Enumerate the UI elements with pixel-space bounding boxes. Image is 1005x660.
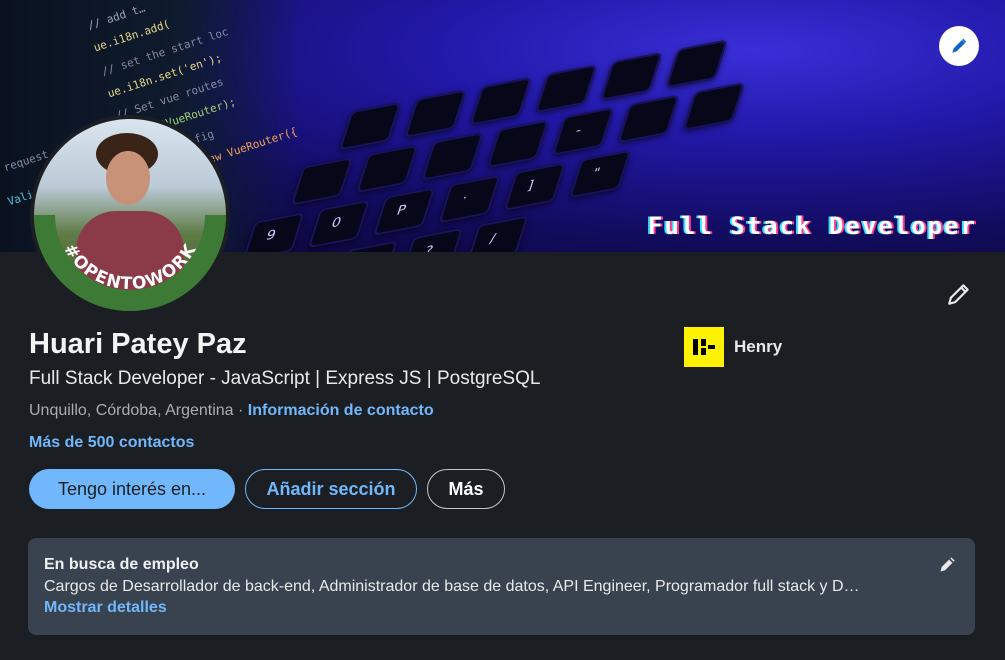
keyboard-key: 9: [242, 212, 305, 252]
profile-name: Huari Patey Paz: [29, 328, 247, 360]
keyboard-key: ": [568, 149, 632, 199]
key-label: /: [487, 231, 498, 248]
show-details-link[interactable]: Mostrar detalles: [44, 599, 167, 617]
open-to-button[interactable]: Tengo interés en...: [29, 469, 235, 509]
keyboard-key: [617, 94, 680, 144]
keyboard-key: [290, 157, 354, 206]
keyboard-key: [486, 119, 550, 169]
edit-banner-button[interactable]: [939, 26, 979, 66]
keyboard-key: -: [551, 107, 615, 156]
keyboard-key: 0: [307, 199, 371, 249]
keyboard-key: ]: [503, 162, 567, 211]
open-to-work-card: En busca de empleo Cargos de Desarrollad…: [28, 538, 975, 635]
company-logo: [684, 327, 724, 367]
more-button[interactable]: Más: [427, 469, 505, 509]
key-label: 0: [329, 214, 344, 232]
banner-title: Full Stack Developer: [648, 212, 977, 240]
keyboard-key: [404, 89, 467, 139]
keyboard-key: [534, 64, 598, 114]
edit-intro-button[interactable]: [944, 279, 974, 309]
edit-open-to-work-button[interactable]: [936, 552, 960, 576]
pencil-icon: [952, 38, 967, 53]
keyboard-key: [355, 144, 419, 194]
add-section-button[interactable]: Añadir sección: [245, 469, 417, 509]
current-company[interactable]: Henry: [684, 327, 782, 367]
key-label: P: [394, 202, 408, 219]
keyboard-key: [600, 52, 663, 101]
location-row: Unquillo, Córdoba, Argentina · Informaci…: [29, 402, 434, 420]
keyboard-key: ;: [335, 240, 399, 252]
profile-headline: Full Stack Developer - JavaScript | Expr…: [29, 368, 541, 389]
open-to-work-description: Cargos de Desarrollador de back-end, Adm…: [44, 578, 860, 595]
opentowork-frame: #OPENTOWORK: [34, 214, 226, 311]
key-label: ?: [422, 243, 435, 252]
keyboard-key: [665, 39, 728, 89]
keyboard-key: [469, 76, 532, 126]
henry-logo-icon: [693, 339, 715, 355]
connections-link[interactable]: Más de 500 contactos: [29, 434, 194, 452]
keyboard-key: P: [372, 187, 436, 236]
key-label: 9: [264, 227, 278, 244]
key-label: ": [590, 165, 602, 182]
profile-top-card: // add t… ue.i18n.add( // set the start …: [0, 0, 1005, 660]
keyboard-key: ·: [438, 174, 501, 224]
pencil-icon: [948, 284, 969, 305]
keyboard-key: /: [466, 215, 529, 252]
key-label: -: [573, 123, 584, 139]
avatar: #OPENTOWORK: [34, 119, 226, 311]
keyboard-key: [421, 132, 484, 181]
keyboard-key: [338, 101, 402, 151]
profile-photo[interactable]: #OPENTOWORK: [30, 115, 230, 315]
profile-location: Unquillo, Córdoba, Argentina: [29, 402, 234, 419]
separator: ·: [233, 402, 248, 419]
company-name: Henry: [734, 337, 783, 356]
pencil-icon: [940, 557, 955, 572]
open-to-work-title: En busca de empleo: [44, 556, 199, 573]
contact-info-link[interactable]: Información de contacto: [248, 402, 434, 419]
key-label: ·: [459, 190, 470, 207]
keyboard-key: ?: [400, 227, 464, 252]
key-label: ]: [525, 178, 536, 194]
keyboard-key: [682, 82, 745, 131]
